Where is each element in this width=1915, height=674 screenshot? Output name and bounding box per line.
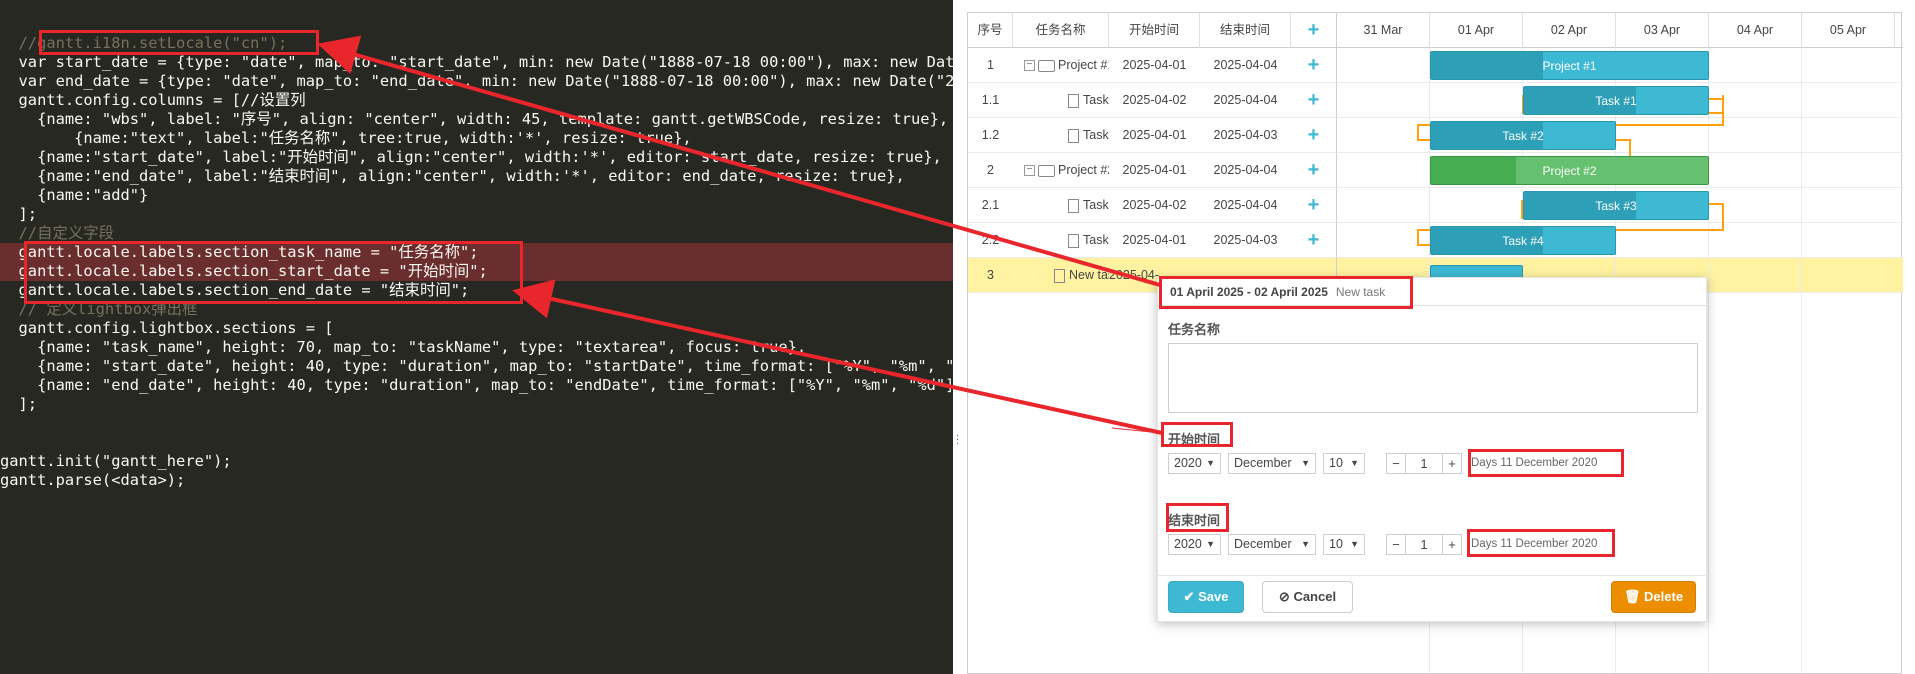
annotation-arrows (317, 35, 1163, 435)
